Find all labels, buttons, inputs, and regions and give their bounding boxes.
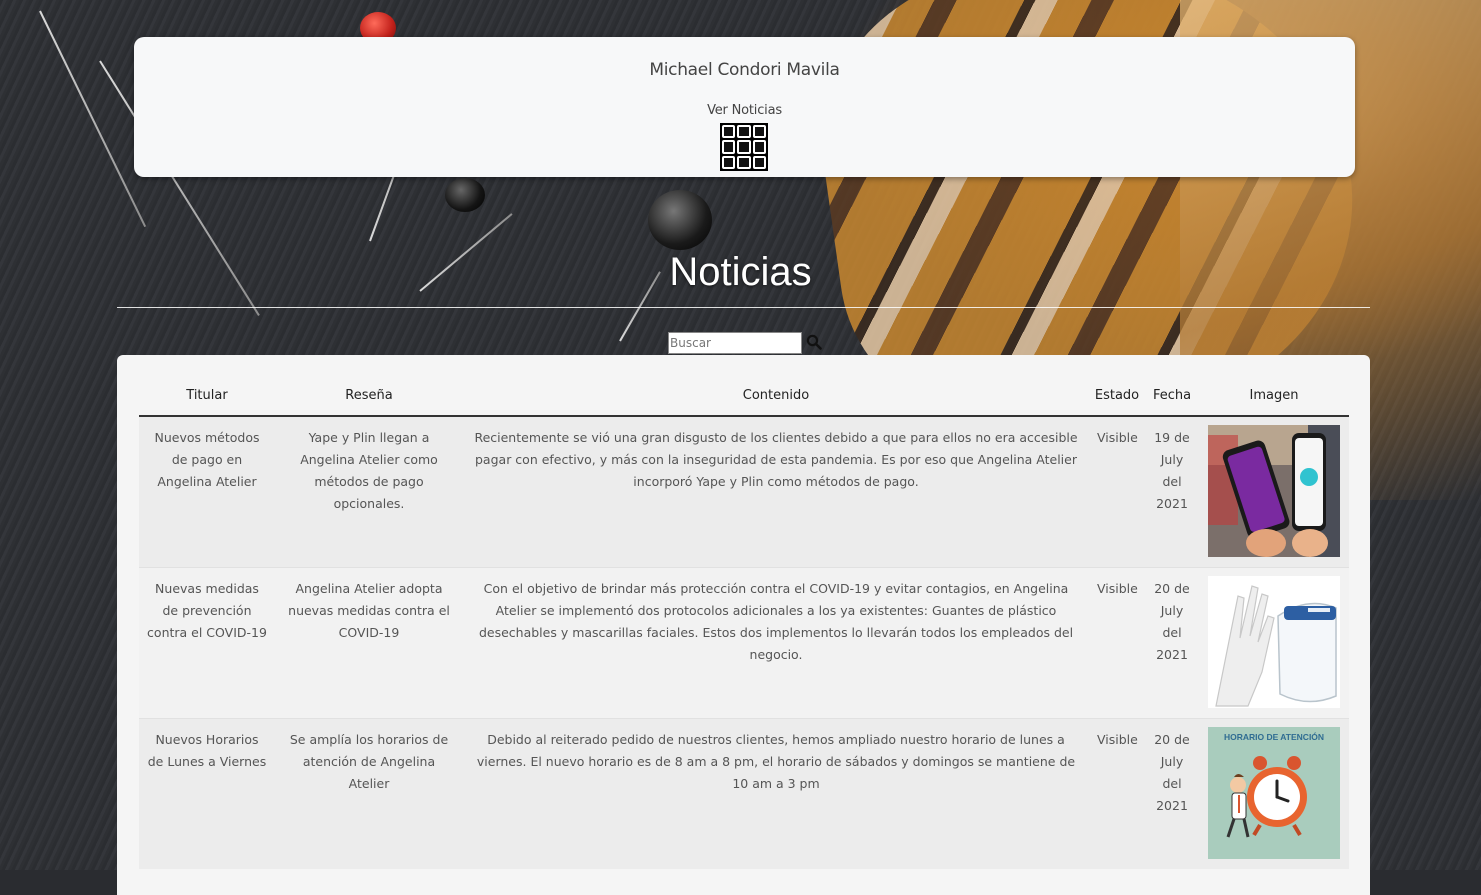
cell-resena: Angelina Atelier adopta nuevas medidas c… xyxy=(275,567,463,719)
cell-fecha: 20 de July del 2021 xyxy=(1145,718,1199,869)
ver-noticias-label[interactable]: Ver Noticias xyxy=(134,103,1355,118)
cell-fecha: 19 de July del 2021 xyxy=(1145,415,1199,568)
grid-cell xyxy=(722,155,736,169)
grid-cell xyxy=(722,125,736,139)
grid-cell xyxy=(737,125,751,139)
background-pin-head xyxy=(445,178,485,212)
header-estado: Estado xyxy=(1089,375,1145,417)
header-titular: Titular xyxy=(139,375,275,417)
header-card: Michael Condori Mavila Ver Noticias xyxy=(134,37,1355,177)
table-row: Nuevas medidas de prevención contra el C… xyxy=(139,567,1349,719)
news-table: Titular Reseña Contenido Estado Fecha Im… xyxy=(139,375,1349,869)
cell-imagen: HORARIO DE ATENCIÓN xyxy=(1199,718,1349,869)
cell-estado: Visible xyxy=(1089,718,1145,869)
grid-cell xyxy=(752,140,766,154)
page-title: Noticias xyxy=(669,250,812,294)
cell-resena: Se amplía los horarios de atención de An… xyxy=(275,718,463,869)
cell-contenido: Debido al reiterado pedido de nuestros c… xyxy=(463,718,1089,869)
cell-fecha: 20 de July del 2021 xyxy=(1145,567,1199,719)
header-resena: Reseña xyxy=(275,375,463,417)
background-pin xyxy=(39,10,147,228)
search-input[interactable] xyxy=(668,332,802,354)
news-image-phones xyxy=(1208,425,1340,557)
header-imagen: Imagen xyxy=(1199,375,1349,417)
site-owner-name: Michael Condori Mavila xyxy=(649,60,840,80)
header-contenido: Contenido xyxy=(463,375,1089,417)
grid-menu-icon[interactable] xyxy=(720,123,768,171)
cell-estado: Visible xyxy=(1089,415,1145,568)
grid-cell xyxy=(752,125,766,139)
cell-titular: Nuevas medidas de prevención contra el C… xyxy=(139,567,275,719)
title-divider xyxy=(117,307,1370,308)
table-row: Nuevos métodos de pago en Angelina Ateli… xyxy=(139,415,1349,568)
grid-cell xyxy=(737,155,751,169)
cell-titular: Nuevos métodos de pago en Angelina Ateli… xyxy=(139,415,275,568)
grid-cell xyxy=(722,140,736,154)
image-caption: HORARIO DE ATENCIÓN xyxy=(1224,731,1324,742)
search-icon[interactable] xyxy=(806,334,822,350)
news-panel: Titular Reseña Contenido Estado Fecha Im… xyxy=(117,355,1370,895)
news-image-alarm-clock: HORARIO DE ATENCIÓN xyxy=(1208,727,1340,859)
cell-resena: Yape y Plin llegan a Angelina Atelier co… xyxy=(275,415,463,568)
grid-cell xyxy=(737,140,751,154)
cell-imagen xyxy=(1199,567,1349,719)
background-pin-head xyxy=(648,190,712,250)
news-image-gloves-shield xyxy=(1208,576,1340,708)
header-fecha: Fecha xyxy=(1145,375,1199,417)
table-row: Nuevos Horarios de Lunes a Viernes Se am… xyxy=(139,718,1349,869)
cell-imagen xyxy=(1199,415,1349,568)
grid-cell xyxy=(752,155,766,169)
table-header-row: Titular Reseña Contenido Estado Fecha Im… xyxy=(139,375,1349,417)
cell-contenido: Con el objetivo de brindar más protecció… xyxy=(463,567,1089,719)
cell-estado: Visible xyxy=(1089,567,1145,719)
cell-titular: Nuevos Horarios de Lunes a Viernes xyxy=(139,718,275,869)
cell-contenido: Recientemente se vió una gran disgusto d… xyxy=(463,415,1089,568)
